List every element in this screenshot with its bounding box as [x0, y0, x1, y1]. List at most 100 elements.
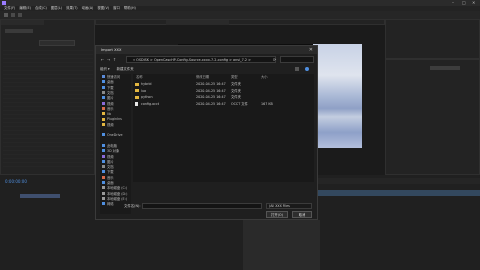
- file-row[interactable]: config.occt 2020-04-25 16:47 OCCT 文件 167 KB: [133, 101, 314, 107]
- refresh-icon[interactable]: ⟳: [272, 57, 277, 62]
- dialog-title-bar: Import XXX ✕: [96, 46, 317, 54]
- file-size: 167 KB: [261, 101, 273, 106]
- composition-frame: [313, 44, 362, 148]
- nav-item-icon: [102, 144, 105, 147]
- file-row[interactable]: hybrid 2020-04-25 16:47 文件夹: [133, 81, 314, 87]
- nav-item-icon: [102, 112, 105, 116]
- address-bar[interactable]: « OSDISK > OpenCascHP-Config-Source-xxxx…: [126, 56, 276, 63]
- nav-item-label: 视频: [107, 122, 114, 127]
- forward-arrow-icon[interactable]: →: [106, 57, 111, 62]
- nav-item-icon: [102, 202, 105, 206]
- nav-item-icon: [102, 154, 105, 158]
- column-header-date[interactable]: 修改日期: [196, 74, 209, 80]
- right-info-panel: [385, 19, 480, 59]
- nav-item-label: 图片: [107, 96, 114, 101]
- search-input[interactable]: [280, 56, 314, 63]
- navigation-pane: 快速访问 桌面 下载 文档 图片 视频 音乐 lib PluginIns 视频 OneDrive 此电…: [100, 74, 131, 214]
- file-list: 名称 修改日期 类型 大小 hybrid 2020-04-25 16:47 文件夹 l…: [133, 74, 314, 182]
- file-row[interactable]: lua 2020-04-25 16:47 文件夹: [133, 88, 314, 94]
- help-icon[interactable]: [305, 67, 309, 71]
- app-icon: [2, 1, 6, 5]
- hand-tool-icon[interactable]: [11, 13, 15, 17]
- open-button[interactable]: 打开(O): [266, 211, 288, 218]
- nav-item-label: 网络: [107, 202, 114, 207]
- properties-grid: [3, 50, 93, 170]
- filename-input[interactable]: [142, 203, 262, 209]
- nav-item-label: 音乐: [107, 106, 114, 111]
- file-name: hybrid: [141, 82, 152, 86]
- nav-item-icon: [102, 91, 105, 95]
- nav-item-icon: [102, 85, 105, 89]
- nav-item-icon: [102, 133, 105, 137]
- project-panel-tab[interactable]: [1, 20, 44, 25]
- import-dialog: Import XXX ✕ ← → ↑ « OSDISK > OpenCascHP…: [95, 45, 318, 220]
- nav-item-label: 视频: [107, 101, 114, 106]
- nav-item-icon: [102, 106, 105, 110]
- back-arrow-icon[interactable]: ←: [100, 57, 105, 62]
- right-effects-panel: [385, 59, 480, 175]
- file-name: lua: [141, 88, 147, 93]
- nav-item-icon: [102, 175, 105, 179]
- column-header-size[interactable]: 大小: [261, 74, 268, 80]
- view-options-icon[interactable]: [295, 67, 299, 71]
- address-path: « OSDISK > OpenCascHP-Config-Source-xxxx…: [133, 58, 251, 62]
- filename-label: 文件名(N):: [124, 204, 141, 208]
- file-type: 文件夹: [231, 82, 241, 86]
- nav-item-label: 桌面: [107, 181, 114, 186]
- nav-item-label: 下载: [107, 85, 114, 90]
- file-name: config.occt: [141, 101, 160, 106]
- nav-item-label: 本地磁盘 (E:): [107, 196, 128, 201]
- column-header-type[interactable]: 类型: [231, 74, 238, 80]
- nav-item-label: OneDrive: [107, 132, 123, 137]
- folder-icon: [135, 95, 139, 99]
- address-row: ← → ↑ « OSDISK > OpenCascHP-Config-Sourc…: [100, 56, 314, 63]
- file-date: 2020-04-25 16:47: [196, 88, 226, 93]
- effect-dropdown[interactable]: [39, 40, 75, 46]
- file-type: OCCT 文件: [231, 101, 248, 106]
- column-header-name[interactable]: 名称: [136, 74, 143, 80]
- folder-icon: [135, 82, 139, 86]
- nav-item-label: 下载: [107, 170, 114, 175]
- folder-icon: [135, 89, 139, 92]
- selection-tool-icon[interactable]: [4, 13, 8, 17]
- layer-row[interactable]: [20, 194, 60, 198]
- nav-item-label: 快速访问: [107, 75, 121, 80]
- nav-item-icon: [102, 181, 105, 185]
- nav-item-label: 图片: [107, 159, 114, 164]
- nav-item-label: 此电脑: [107, 144, 117, 148]
- nav-item-icon: [102, 128, 105, 132]
- nav-item-label: 视频: [107, 154, 114, 159]
- command-bar: 组织 ▾ 新建文件夹: [100, 66, 314, 72]
- file-date: 2020-04-25 16:47: [196, 101, 226, 106]
- filetype-value: (All XXX Files: [269, 204, 290, 208]
- nav-item-icon: [102, 80, 105, 84]
- file-name: python: [141, 95, 153, 99]
- nav-item-label: 音乐: [107, 175, 114, 180]
- effect-preset-row[interactable]: [430, 66, 460, 70]
- nav-item-icon: [102, 186, 105, 190]
- timecode[interactable]: 0:00:00:00: [5, 180, 27, 184]
- new-folder-button[interactable]: 新建文件夹: [117, 67, 134, 71]
- organize-button[interactable]: 组织 ▾: [100, 67, 110, 71]
- file-row[interactable]: python 2020-04-25 16:47 文件夹: [133, 94, 314, 100]
- nav-item-icon: [102, 122, 105, 126]
- nav-item-icon: [102, 159, 105, 163]
- cancel-button[interactable]: 取消: [292, 211, 312, 218]
- filetype-select[interactable]: (All XXX Files: [266, 203, 312, 209]
- effect-controls-row: [5, 29, 33, 33]
- nav-item-label: 文档: [107, 165, 114, 170]
- nav-item-icon: [102, 191, 105, 195]
- composition-tab[interactable]: [166, 20, 229, 25]
- nav-item-icon: [102, 170, 105, 174]
- zoom-tool-icon[interactable]: [18, 13, 22, 17]
- timeline-ruler[interactable]: [318, 178, 480, 184]
- nav-item-label: PluginIns: [107, 117, 122, 122]
- nav-item-icon: [102, 149, 105, 153]
- file-type: 文件夹: [231, 95, 241, 99]
- file-icon: [135, 101, 138, 106]
- nav-item-icon: [102, 138, 105, 142]
- filename-row: 文件名(N): (All XXX Files: [124, 203, 314, 209]
- up-arrow-icon[interactable]: ↑: [112, 57, 117, 62]
- dialog-close-icon[interactable]: ✕: [309, 46, 313, 54]
- nav-item-icon: [102, 75, 105, 79]
